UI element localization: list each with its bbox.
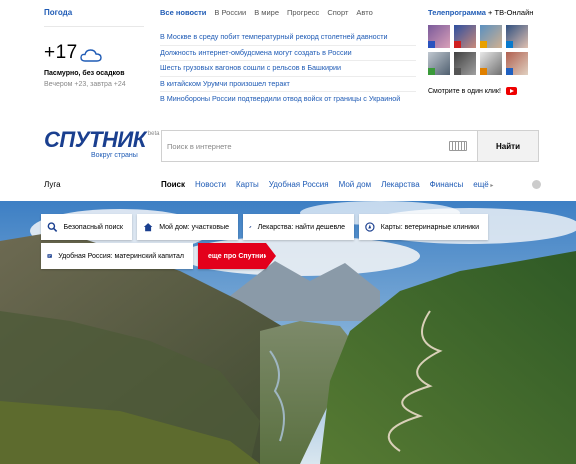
news-link[interactable]: В Москве в среду побит температурный рек… <box>160 30 416 46</box>
tv-channel-thumbnail[interactable] <box>428 25 450 48</box>
search-placeholder[interactable]: Поиск в интернете <box>167 142 449 151</box>
sputnik-logo[interactable]: Спутник beta Вокруг страны <box>44 127 159 160</box>
chip-maps[interactable]: Карты: ветеринарные клиники <box>359 214 488 240</box>
nav-my-home[interactable]: Мой дом <box>339 180 372 189</box>
region-selector[interactable]: Луга <box>44 180 61 189</box>
tab-progress[interactable]: Прогресс <box>287 8 319 20</box>
weather-title[interactable]: Погода <box>44 8 144 17</box>
news-link[interactable]: В китайском Урумчи произошел теракт <box>160 77 416 92</box>
nav-finance[interactable]: Финансы <box>430 180 464 189</box>
search-bar: Поиск в интернете Найти <box>161 130 539 162</box>
compass-icon <box>365 222 375 232</box>
weather-temperature: +17 <box>44 42 78 63</box>
chip-label: еще про Спутник <box>208 252 268 260</box>
chip-label: Удобная Россия: материнский капитал <box>58 252 184 260</box>
chip-label: Мой дом: участковые <box>159 223 229 231</box>
chip-safe-search[interactable]: Безопасный поиск <box>41 214 132 240</box>
home-icon <box>143 223 153 232</box>
pill-icon <box>249 226 252 228</box>
chip-label: Карты: ветеринарные клиники <box>380 223 479 231</box>
background-landscape <box>0 201 576 464</box>
tv-channel-thumbnail[interactable] <box>454 25 476 48</box>
logo-beta: beta <box>147 131 160 137</box>
tv-online-link[interactable]: + ТВ-Онлайн <box>486 8 533 17</box>
tv-channel-grid <box>428 25 528 75</box>
tv-title[interactable]: Телепрограмма + ТВ-Онлайн <box>428 8 533 17</box>
chip-more-sputnik[interactable]: еще про Спутник <box>198 243 276 269</box>
keyboard-icon[interactable] <box>449 141 467 151</box>
tv-channel-thumbnail[interactable] <box>480 25 502 48</box>
tv-channel-thumbnail[interactable] <box>428 52 450 75</box>
search-input[interactable]: Поиск в интернете <box>162 131 477 161</box>
nav-convenient-russia[interactable]: Удобная Россия <box>269 180 329 189</box>
gear-icon[interactable] <box>532 180 541 189</box>
tab-world[interactable]: В мире <box>254 8 279 20</box>
chip-medicines[interactable]: Лекарства: найти дешевле <box>243 214 354 240</box>
news-link[interactable]: Должность интернет-омбудсмена могут созд… <box>160 46 416 61</box>
tab-all-news[interactable]: Все новости <box>160 8 206 20</box>
landscape-image <box>0 201 576 464</box>
chip-label: Лекарства: найти дешевле <box>257 223 345 231</box>
tab-sport[interactable]: Спорт <box>327 8 348 20</box>
tv-watch-label[interactable]: Смотрите в один клик! <box>428 88 501 95</box>
nav-more[interactable]: ещё <box>473 180 493 189</box>
tv-channel-thumbnail[interactable] <box>454 52 476 75</box>
tv-channel-thumbnail[interactable] <box>506 25 528 48</box>
cloud-icon <box>80 48 102 62</box>
weather-condition: Пасмурно, без осадков <box>44 70 125 77</box>
tab-auto[interactable]: Авто <box>356 8 372 20</box>
nav-search[interactable]: Поиск <box>161 180 185 189</box>
tv-program-link[interactable]: Телепрограмма <box>428 8 486 17</box>
document-icon <box>47 254 52 258</box>
chip-my-home[interactable]: Мой дом: участковые <box>137 214 238 240</box>
search-button[interactable]: Найти <box>477 131 538 161</box>
chip-label: Безопасный поиск <box>63 223 123 231</box>
tv-widget: Телепрограмма + ТВ-Онлайн Смотрите в оди… <box>428 8 533 95</box>
nav-maps[interactable]: Карты <box>236 180 259 189</box>
weather-widget: Погода +17 Пасмурно, без осадков Вечером… <box>44 8 144 88</box>
tv-channel-thumbnail[interactable] <box>506 52 528 75</box>
nav-medicines[interactable]: Лекарства <box>381 180 420 189</box>
tv-channel-thumbnail[interactable] <box>480 52 502 75</box>
news-widget: Все новости В России В мире Прогресс Спо… <box>160 8 416 108</box>
tv-watch-row[interactable]: Смотрите в один клик! <box>428 87 528 95</box>
news-link[interactable]: Шесть грузовых вагонов сошли с рельсов в… <box>160 61 416 77</box>
logo-tagline: Вокруг страны <box>91 152 138 159</box>
service-nav: Поиск Новости Карты Удобная Россия Мой д… <box>161 180 503 189</box>
tab-russia[interactable]: В России <box>214 8 246 20</box>
play-icon[interactable] <box>505 87 517 95</box>
weather-forecast: Вечером +23, завтра +24 <box>44 81 126 88</box>
chip-convenient-russia[interactable]: Удобная Россия: материнский капитал <box>41 243 193 269</box>
news-tabs: Все новости В России В мире Прогресс Спо… <box>160 8 416 20</box>
news-list: В Москве в среду побит температурный рек… <box>160 30 416 108</box>
logo-wordmark: Спутник <box>44 127 146 152</box>
weather-divider <box>44 26 144 27</box>
nav-news[interactable]: Новости <box>195 180 226 189</box>
news-link[interactable]: В Минобороны России подтвердили отвод во… <box>160 92 416 108</box>
search-icon <box>47 222 58 232</box>
